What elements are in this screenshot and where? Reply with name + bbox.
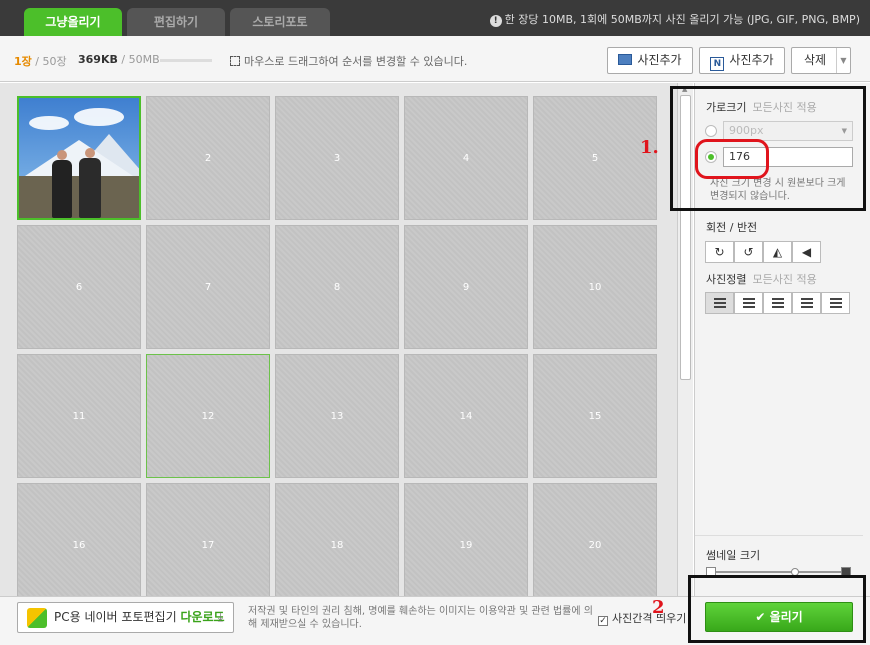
photo-slot-number: 14 [459, 411, 473, 422]
photo-slot[interactable]: 9 [404, 225, 528, 349]
copyright-notice: 저작권 및 타인의 권리 침해, 명예를 훼손하는 이미지는 이용약관 및 관련… [248, 606, 593, 630]
download-editor-button[interactable]: PC용 네이버 포토편집기 다운로드 ⤓ [17, 602, 234, 633]
flip-vertical-icon[interactable]: ◀ [792, 241, 821, 263]
naver-n-icon: N [710, 57, 725, 71]
align-text-right-icon[interactable] [821, 292, 850, 314]
tab-edit[interactable]: 편집하기 [127, 8, 225, 36]
photo-slot[interactable]: 13 [275, 354, 399, 478]
photo-slot-number: 4 [462, 153, 470, 164]
add-photo-pc-button[interactable]: 사진추가 [607, 47, 693, 74]
delete-button[interactable]: 삭제 ▼ [791, 47, 851, 74]
photo-spacing-checkbox[interactable]: ✓ 사진간격 띄우기 [598, 610, 686, 626]
upload-limit-notice: ! 한 장당 10MB, 1회에 50MB까지 사진 올리기 가능 (JPG, G… [489, 11, 860, 27]
tab-bar: 그냥올리기 편집하기 스토리포토 ! 한 장당 10MB, 1회에 50MB까지 … [0, 0, 870, 36]
notice-text: 한 장당 10MB, 1회에 50MB까지 사진 올리기 가능 (JPG, GI… [504, 13, 860, 26]
photo-slot-number: 6 [75, 282, 83, 293]
photo-slot-number: 16 [72, 540, 86, 551]
add-photo-pc-label: 사진추가 [637, 53, 682, 67]
photo-spacing-label: 사진간격 띄우기 [612, 612, 687, 625]
flip-horizontal-icon[interactable]: ◭ [763, 241, 792, 263]
monitor-icon [618, 54, 633, 65]
photo-slot-number: 19 [459, 540, 473, 551]
photo-slot[interactable]: 3 [275, 96, 399, 220]
drag-select-icon [230, 56, 240, 66]
slider-track [716, 571, 841, 573]
align-label: 사진정렬 [706, 273, 747, 286]
size-usage: 369KB / 50MB [78, 53, 160, 66]
photo-slot-number: 9 [462, 282, 470, 293]
photo-slot[interactable]: 14 [404, 354, 528, 478]
thumbnail-size-label: 썸네일 크기 [706, 549, 761, 562]
photo-slot-number: 15 [588, 411, 602, 422]
checkbox-icon[interactable]: ✓ [598, 616, 608, 626]
photo-slot[interactable]: 10 [533, 225, 657, 349]
photo-slot-number: 5 [591, 153, 599, 164]
photo-slot[interactable]: 6 [17, 225, 141, 349]
photo-slot[interactable]: 16 [17, 483, 141, 596]
rotate-right-icon[interactable]: ↻ [705, 241, 734, 263]
size-usage-bar [160, 59, 212, 62]
download-prefix: PC용 네이버 포토편집기 [54, 610, 177, 624]
photo-slot[interactable]: 19 [404, 483, 528, 596]
align-center-icon[interactable] [734, 292, 763, 314]
photo-slot-number: 2 [204, 153, 212, 164]
add-photo-naver-label: 사진추가 [729, 53, 774, 67]
photo-slot[interactable]: 12 [146, 354, 270, 478]
photo-slot-number: 20 [588, 540, 602, 551]
photo-slot-number: 3 [333, 153, 341, 164]
drag-hint-text: 마우스로 드래그하여 순서를 변경할 수 있습니다. [244, 55, 468, 68]
drag-hint: 마우스로 드래그하여 순서를 변경할 수 있습니다. [230, 53, 467, 69]
delete-label: 삭제 [804, 53, 827, 67]
align-apply-all[interactable]: 모든사진 적용 [752, 273, 816, 286]
photo-slot-number: 17 [201, 540, 215, 551]
chevron-down-icon[interactable]: ▼ [836, 48, 850, 73]
photo-slot-number: 10 [588, 282, 602, 293]
photo-slot[interactable]: 4 [404, 96, 528, 220]
photo-thumbnail-1[interactable] [17, 96, 141, 220]
tab-simple-upload[interactable]: 그냥올리기 [24, 8, 122, 36]
photo-slot[interactable]: 20 [533, 483, 657, 596]
photo-slot-number: 18 [330, 540, 344, 551]
photo-slot[interactable]: 11 [17, 354, 141, 478]
tab-story-photo[interactable]: 스토리포토 [230, 8, 330, 36]
annotation-box-2 [688, 575, 866, 643]
align-right-icon[interactable] [763, 292, 792, 314]
info-icon: ! [489, 15, 502, 27]
toolbar: 1장 / 50장 369KB / 50MB 마우스로 드래그하여 순서를 변경할… [0, 36, 870, 82]
photo-slot-number: 12 [201, 411, 215, 422]
align-label-row: 사진정렬 모든사진 적용 [706, 271, 817, 287]
photo-slot-number: 11 [72, 411, 86, 422]
annotation-number-1: 1. [640, 137, 659, 158]
align-left-icon[interactable] [705, 292, 734, 314]
size-limit: / 50MB [121, 53, 160, 66]
photo-slot[interactable]: 5 [533, 96, 657, 220]
photo-slot[interactable]: 17 [146, 483, 270, 596]
annotation-number-2: 2 [652, 597, 665, 618]
photo-count: 1장 / 50장 [14, 53, 67, 69]
photo-slot[interactable]: 8 [275, 225, 399, 349]
photo-slot[interactable]: 7 [146, 225, 270, 349]
photo-count-current: 1장 [14, 55, 32, 68]
download-icon: ⤓ [217, 610, 223, 624]
photo-count-total: / 50장 [35, 55, 67, 68]
photo-editor-app-icon [27, 608, 47, 628]
divider [695, 535, 863, 536]
size-used: 369KB [78, 53, 118, 66]
photo-slot-number: 7 [204, 282, 212, 293]
photo-slot-number: 13 [330, 411, 344, 422]
photo-slot[interactable]: 2 [146, 96, 270, 220]
photo-slot-number: 8 [333, 282, 341, 293]
rotate-left-icon[interactable]: ↺ [734, 241, 763, 263]
annotation-circle [695, 139, 769, 179]
add-photo-naver-button[interactable]: N 사진추가 [699, 47, 785, 74]
photo-slot[interactable]: 18 [275, 483, 399, 596]
photo-grid: 2 3 4 5 6 7 8 9 10 11 12 13 14 15 16 17 18 19 20 [0, 83, 693, 596]
align-text-left-icon[interactable] [792, 292, 821, 314]
photo-slot[interactable]: 15 [533, 354, 657, 478]
rotate-label: 회전 / 반전 [706, 221, 758, 234]
